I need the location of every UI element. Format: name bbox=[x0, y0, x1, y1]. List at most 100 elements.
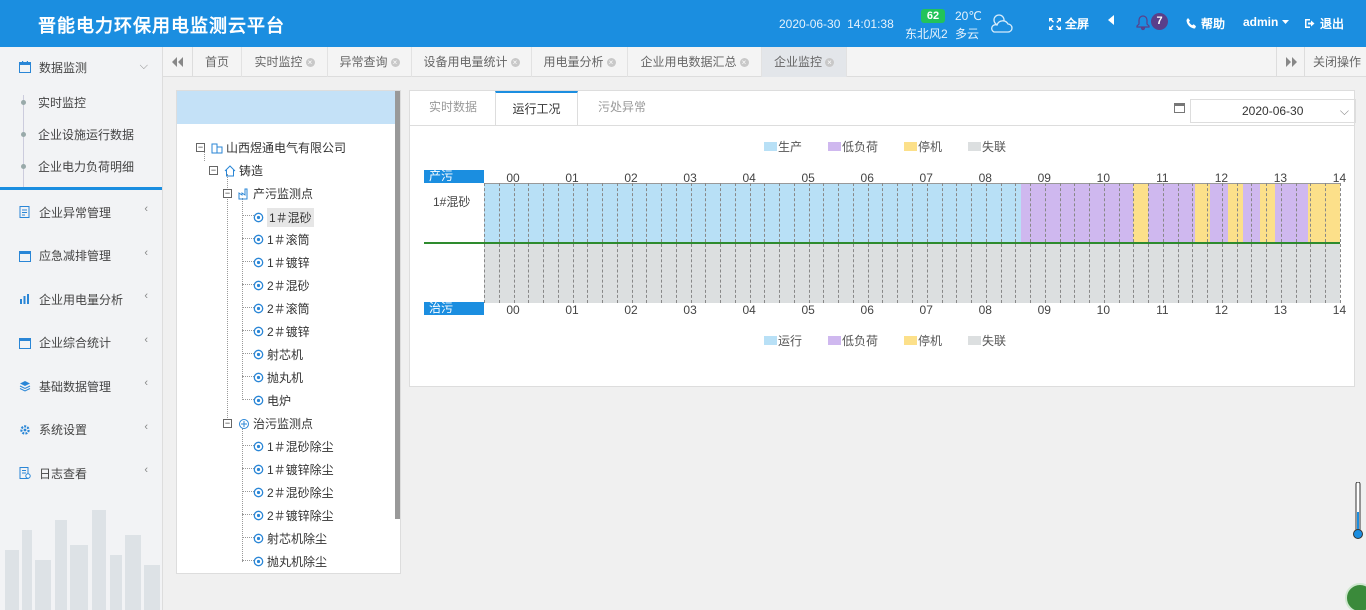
date-select-value: 2020-06-30 bbox=[1242, 104, 1304, 118]
close-icon[interactable]: × bbox=[510, 58, 520, 67]
close-icon[interactable]: × bbox=[305, 58, 315, 67]
tab-anomaly-query[interactable]: 异常查询 × bbox=[328, 47, 412, 77]
tree-node-production-group[interactable]: − 产污监测点 bbox=[223, 185, 313, 202]
chevron-left-icon: ‹ bbox=[144, 334, 148, 346]
close-operations-button[interactable]: 关闭操作 bbox=[1303, 47, 1366, 77]
tab-usage-analysis[interactable]: 用电量分析 × bbox=[532, 47, 628, 77]
tree-node-category[interactable]: − 铸造 bbox=[209, 162, 263, 179]
hour-tick-label: 04 bbox=[742, 303, 756, 317]
sidebar-item-realtime-monitor[interactable]: 实时监控 bbox=[0, 87, 162, 119]
chevron-left-icon: ‹ bbox=[144, 377, 148, 389]
tabs-scroll-right-button[interactable] bbox=[1276, 47, 1306, 77]
target-icon bbox=[253, 487, 264, 498]
subtab-pollution-anomaly[interactable]: 污处异常 bbox=[598, 91, 668, 126]
tab-device-usage-stats[interactable]: 设备用电量统计 × bbox=[412, 47, 532, 77]
bullet-dot-icon bbox=[21, 164, 26, 169]
tree-leaf-monitor-point[interactable]: 抛丸机除尘 bbox=[253, 553, 327, 570]
close-icon[interactable]: × bbox=[390, 58, 400, 67]
collapse-toggle-icon[interactable]: − bbox=[223, 419, 232, 428]
sidebar-group-logs[interactable]: 日志查看 ‹ bbox=[0, 451, 162, 495]
target-icon bbox=[253, 372, 264, 383]
logout-button[interactable]: 退出 bbox=[1304, 15, 1344, 32]
hour-tick-label: 03 bbox=[683, 303, 697, 317]
legend-item-lost: 失联 bbox=[968, 138, 1006, 155]
tab-home[interactable]: 首页 bbox=[193, 47, 242, 77]
tree-leaf-monitor-point[interactable]: 电炉 bbox=[253, 392, 291, 409]
close-icon[interactable]: × bbox=[606, 58, 616, 67]
factory-icon bbox=[238, 188, 250, 200]
subtab-realtime-data[interactable]: 实时数据 bbox=[429, 91, 499, 126]
tree-leaf-monitor-point[interactable]: 射芯机除尘 bbox=[253, 530, 327, 547]
tree-leaf-monitor-point[interactable]: 1＃混砂 bbox=[253, 208, 314, 227]
hour-tick-label: 08 bbox=[978, 303, 992, 317]
tree-node-label: 射芯机除尘 bbox=[267, 532, 328, 546]
sidebar-group-label: 企业综合统计 bbox=[39, 336, 112, 350]
tree-leaf-monitor-point[interactable]: 1＃滚筒 bbox=[253, 231, 310, 248]
subtab-operating-status[interactable]: 运行工况 bbox=[495, 91, 578, 126]
hour-tick-label: 11 bbox=[1156, 303, 1169, 317]
sidebar-group-statistics[interactable]: 企业综合统计 ‹ bbox=[0, 321, 162, 364]
expand-icon bbox=[1049, 17, 1061, 30]
close-icon[interactable]: × bbox=[739, 58, 749, 67]
tab-enterprise-summary[interactable]: 企业用电数据汇总 × bbox=[628, 47, 762, 77]
tree-leaf-monitor-point[interactable]: 2＃镀锌除尘 bbox=[253, 507, 334, 524]
tab-label: 企业监控 bbox=[773, 55, 822, 69]
close-icon[interactable]: × bbox=[825, 58, 834, 67]
tree-leaf-monitor-point[interactable]: 2＃混砂除尘 bbox=[253, 484, 334, 501]
tree-leaf-monitor-point[interactable]: 1＃镀锌除尘 bbox=[253, 461, 334, 478]
current-time: 14:01:38 bbox=[847, 17, 894, 31]
sidebar-group-data-monitoring[interactable]: 数据监测 ⌵ bbox=[0, 47, 162, 87]
tab-enterprise-monitor[interactable]: 企业监控 × bbox=[762, 47, 847, 77]
target-icon bbox=[253, 212, 264, 223]
tree-node-label: 射芯机 bbox=[267, 348, 304, 362]
floating-assistant-button[interactable] bbox=[1345, 583, 1366, 610]
tabs-scroll-left-button[interactable] bbox=[163, 47, 193, 77]
sidebar-group-settings[interactable]: 系统设置 ‹ bbox=[0, 408, 162, 451]
tree-node-company[interactable]: − 山西煜通电气有限公司 bbox=[196, 139, 346, 156]
tree-node-label: 抛丸机除尘 bbox=[267, 555, 328, 569]
collapse-toggle-icon[interactable]: − bbox=[209, 166, 218, 175]
collapse-toggle-icon[interactable]: − bbox=[223, 189, 232, 198]
cloudy-weather-icon bbox=[991, 14, 1013, 33]
sidebar-item-facility-data[interactable]: 企业设施运行数据 bbox=[0, 119, 162, 151]
sidebar-group-usage-analysis[interactable]: 企业用电量分析 ‹ bbox=[0, 277, 162, 321]
monitor-tree-panel: − 山西煜通电气有限公司 − 铸造 − 产污监测点 1＃混砂 1＃滚筒 1＃镀锌 2＃… bbox=[176, 90, 401, 574]
fullscreen-button[interactable]: 全屏 bbox=[1049, 15, 1089, 32]
target-icon bbox=[253, 533, 264, 544]
phone-icon bbox=[1186, 18, 1196, 29]
notifications-button[interactable]: 7 bbox=[1136, 13, 1170, 33]
chevron-left-icon: ‹ bbox=[144, 247, 148, 259]
sidebar-group-base-data[interactable]: 基础数据管理 ‹ bbox=[0, 364, 162, 408]
sidebar-item-load-detail[interactable]: 企业电力负荷明细 bbox=[0, 151, 162, 183]
tree-node-control-group[interactable]: − 治污监测点 bbox=[223, 415, 313, 432]
double-chevron-right-icon bbox=[1286, 57, 1297, 67]
sidebar-group-emergency[interactable]: 应急减排管理 ‹ bbox=[0, 234, 162, 277]
tree-leaf-monitor-point[interactable]: 2＃滚筒 bbox=[253, 300, 310, 317]
chevron-left-icon: ‹ bbox=[144, 421, 148, 433]
tree-leaf-monitor-point[interactable]: 1＃镀锌 bbox=[253, 254, 310, 271]
tree-scrollbar[interactable] bbox=[395, 91, 400, 519]
thermometer-widget-icon[interactable] bbox=[1353, 482, 1363, 540]
tree-guide-line bbox=[227, 174, 228, 424]
legend-swatch bbox=[764, 336, 777, 345]
sidebar-group-anomaly[interactable]: 企业异常管理 ‹ bbox=[0, 190, 162, 234]
legend-swatch bbox=[828, 142, 841, 151]
date-select[interactable]: 2020-06-30 ⌵ bbox=[1190, 99, 1356, 123]
collapse-arrow-button[interactable] bbox=[1107, 15, 1115, 25]
tree-leaf-monitor-point[interactable]: 射芯机 bbox=[253, 346, 303, 363]
current-date: 2020-06-30 bbox=[779, 17, 841, 31]
timeline-segment-stop bbox=[1133, 183, 1149, 243]
hour-tick-label: 01 bbox=[565, 303, 579, 317]
tree-leaf-monitor-point[interactable]: 抛丸机 bbox=[253, 369, 303, 386]
timeline-segment-low bbox=[1148, 183, 1196, 243]
tree-leaf-monitor-point[interactable]: 1＃混砂除尘 bbox=[253, 438, 334, 455]
tab-realtime-monitor[interactable]: 实时监控 × bbox=[242, 47, 328, 77]
user-menu-button[interactable]: admin bbox=[1243, 15, 1290, 29]
tree-node-label: 2＃混砂 bbox=[267, 279, 310, 293]
collapse-toggle-icon[interactable]: − bbox=[196, 143, 205, 152]
target-icon bbox=[253, 257, 264, 268]
help-button[interactable]: 帮助 bbox=[1186, 15, 1225, 32]
tree-leaf-monitor-point[interactable]: 2＃混砂 bbox=[253, 277, 310, 294]
tree-leaf-monitor-point[interactable]: 2＃镀锌 bbox=[253, 323, 310, 340]
legend-item-stop: 停机 bbox=[904, 332, 942, 349]
